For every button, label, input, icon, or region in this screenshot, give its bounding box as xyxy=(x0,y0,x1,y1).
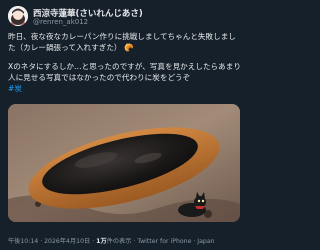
tweet-text-line-1: 昨日、夜な夜なカレーパン作りに挑戦しましてちゃんと失敗しました（カレー鍋張って入… xyxy=(8,32,236,52)
tweet-photo[interactable] xyxy=(8,104,240,222)
tweet-footer: 午後10:14 · 2026年4月10日 · 1万件の表示 · Twitter … xyxy=(8,236,244,245)
views-label: 件の表示 xyxy=(106,238,132,245)
tweet-header: 西涼寺蓮華(さいれんじあさ) @renren_ak012 xyxy=(8,6,240,28)
separator: · xyxy=(92,238,95,245)
tweet-text: 昨日、夜な夜なカレーパン作りに挑戦しましてちゃんと失敗しました（カレー鍋張って入… xyxy=(8,31,242,94)
user-handle[interactable]: @renren_ak012 xyxy=(33,18,88,26)
avatar[interactable] xyxy=(8,6,28,26)
hashtag-link[interactable]: #炭 xyxy=(8,83,242,94)
post-time[interactable]: 午後10:14 xyxy=(8,238,38,245)
tweet-paragraph-2: Xのネタにするしか…と思ったのですが、写真を見かえしたらあまり人に見せる写真では… xyxy=(8,62,241,82)
post-source: Twitter for iPhone · Japan xyxy=(137,238,215,245)
avatar-illustration-icon xyxy=(8,6,28,26)
burnt-curry-bread-photo xyxy=(8,104,240,222)
croissant-emoji: 🥐 xyxy=(123,43,134,52)
post-date[interactable]: 2026年4月10日 xyxy=(44,238,90,245)
separator: · xyxy=(133,238,136,245)
tweet-paragraph-1: 昨日、夜な夜なカレーパン作りに挑戦しましてちゃんと失敗しました（カレー鍋張って入… xyxy=(8,31,242,53)
separator: · xyxy=(40,238,43,245)
views-count: 1万 xyxy=(96,238,107,245)
